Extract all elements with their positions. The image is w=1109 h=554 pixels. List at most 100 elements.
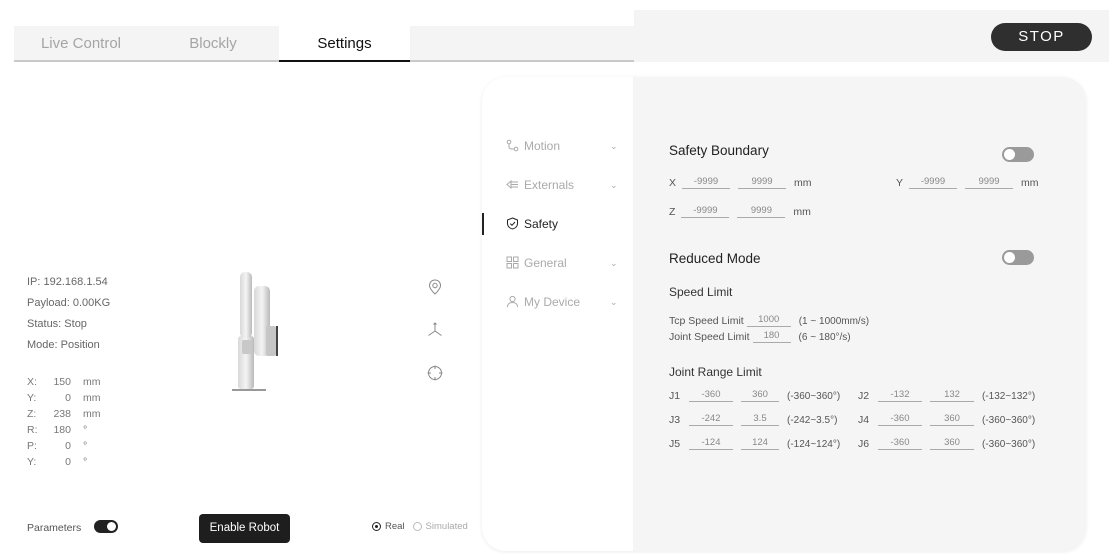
nav-item-safety[interactable]: Safety	[482, 213, 633, 235]
joint-speed-range: (6 ~ 180°/s)	[798, 332, 851, 343]
simulated-radio-label[interactable]: Simulated	[426, 521, 468, 532]
status-panel: IP: 192.168.1.54 Payload: 0.00KG Status:…	[27, 272, 110, 356]
joint-name: J3	[669, 414, 681, 426]
settings-nav: Motion ⌄ Externals ⌄ Safety General ⌄ My…	[482, 77, 633, 551]
stop-button[interactable]: STOP	[991, 23, 1092, 51]
coord-yaw-row: Y: 0 °	[27, 454, 101, 470]
nav-label: Motion	[524, 139, 561, 153]
payload-readout: Payload: 0.00KG	[27, 297, 111, 309]
joint-row-j4: J4 -360 360 (-360~360°)	[858, 412, 1035, 426]
nav-item-my-device[interactable]: My Device ⌄	[482, 291, 633, 313]
y-unit: mm	[1021, 177, 1039, 189]
joint-max-input[interactable]: 360	[930, 436, 974, 450]
x-unit: mm	[794, 177, 812, 189]
coord-value: 0	[65, 392, 71, 404]
joint-speed-row: Joint Speed Limit 180 (6 ~ 180°/s)	[669, 329, 851, 343]
joint-row-j2: J2 -132 132 (-132~132°)	[858, 388, 1035, 402]
coord-z-row: Z: 238 mm	[27, 406, 101, 422]
shield-icon	[507, 217, 518, 230]
coord-label: Y:	[27, 392, 37, 404]
tab-settings[interactable]: Settings	[279, 26, 410, 62]
chevron-down-icon: ⌄	[610, 180, 618, 190]
chevron-down-icon: ⌄	[610, 258, 618, 268]
simulated-radio[interactable]	[412, 522, 422, 531]
coord-unit: mm	[83, 408, 101, 420]
z-unit: mm	[793, 206, 811, 218]
coord-value: 0	[65, 456, 71, 468]
nav-label: Safety	[524, 217, 559, 231]
real-radio-label[interactable]: Real	[385, 521, 405, 532]
coord-label: Y:	[27, 456, 37, 468]
joint-row-j1: J1 -360 360 (-360~360°)	[669, 388, 840, 402]
y-max-input[interactable]: 9999	[965, 175, 1014, 189]
coord-y-row: Y: 0 mm	[27, 390, 101, 406]
nav-item-motion[interactable]: Motion ⌄	[482, 135, 633, 157]
joint-speed-label: Joint Speed Limit	[669, 331, 750, 343]
nav-item-general[interactable]: General ⌄	[482, 252, 633, 274]
joint-name: J6	[858, 438, 870, 450]
z-min-input[interactable]: -9999	[681, 204, 730, 218]
coord-r-row: R: 180 °	[27, 422, 101, 438]
x-max-input[interactable]: 9999	[738, 175, 787, 189]
crosshair-icon[interactable]	[426, 364, 444, 382]
joint-min-input[interactable]: -242	[689, 412, 733, 426]
joint-range-hint: (-360~360°)	[982, 415, 1036, 426]
parameters-toggle[interactable]	[94, 520, 118, 533]
coord-label: Z:	[27, 408, 37, 420]
joint-speed-input[interactable]: 180	[752, 329, 791, 343]
tab-blockly[interactable]: Blockly	[148, 26, 278, 62]
view-icons	[426, 278, 446, 407]
axes-icon[interactable]	[426, 321, 444, 339]
coord-value: 0	[65, 440, 71, 452]
z-label: Z	[669, 206, 676, 218]
tcp-speed-input[interactable]: 1000	[746, 313, 791, 327]
reduced-mode-title: Reduced Mode	[669, 251, 761, 266]
joint-max-input[interactable]: 124	[741, 436, 779, 450]
joint-min-input[interactable]: -360	[878, 412, 922, 426]
coord-p-row: P: 0 °	[27, 438, 101, 454]
joint-max-input[interactable]: 3.5	[741, 412, 779, 426]
joint-min-input[interactable]: -360	[878, 436, 922, 450]
y-min-input[interactable]: -9999	[909, 175, 958, 189]
joint-min-input[interactable]: -360	[689, 388, 733, 402]
tab-live-control[interactable]: Live Control	[14, 26, 148, 62]
externals-icon	[506, 179, 518, 190]
coordinates-panel: X: 150 mm Y: 0 mm Z: 238 mm R: 180 ° P: 0 ° Y: 0 °	[27, 374, 101, 470]
joint-min-input[interactable]: -132	[878, 388, 922, 402]
parameters-label: Parameters	[27, 522, 82, 534]
joint-range-hint: (-242~3.5°)	[787, 415, 838, 426]
x-min-input[interactable]: -9999	[682, 175, 731, 189]
safety-boundary-toggle[interactable]	[1002, 147, 1034, 162]
joint-name: J2	[858, 390, 870, 402]
coord-value: 150	[53, 376, 71, 388]
joint-row-j3: J3 -242 3.5 (-242~3.5°)	[669, 412, 837, 426]
joint-range-hint: (-124~124°)	[787, 439, 841, 450]
joint-range-hint: (-360~360°)	[982, 439, 1036, 450]
nav-item-externals[interactable]: Externals ⌄	[482, 174, 633, 196]
joint-max-input[interactable]: 360	[741, 388, 779, 402]
mode-radio-group: Real Simulated	[372, 521, 476, 532]
coord-unit: mm	[83, 376, 101, 388]
location-pin-icon[interactable]	[426, 278, 444, 296]
safety-boundary-title: Safety Boundary	[669, 143, 769, 158]
joint-row-j6: J6 -360 360 (-360~360°)	[858, 436, 1035, 450]
reduced-mode-toggle[interactable]	[1002, 250, 1034, 265]
joint-min-input[interactable]: -124	[689, 436, 733, 450]
speed-limit-title: Speed Limit	[669, 285, 733, 299]
coord-unit: °	[83, 456, 88, 468]
joint-max-input[interactable]: 132	[930, 388, 974, 402]
status-readout: Status: Stop	[27, 318, 87, 330]
x-label: X	[669, 177, 677, 189]
joint-max-input[interactable]: 360	[930, 412, 974, 426]
enable-robot-button[interactable]: Enable Robot	[199, 514, 290, 543]
tcp-speed-label: Tcp Speed Limit	[669, 315, 744, 327]
y-label: Y	[896, 177, 904, 189]
z-max-input[interactable]: 9999	[737, 204, 786, 218]
tcp-speed-row: Tcp Speed Limit 1000 (1 ~ 1000mm/s)	[669, 313, 869, 327]
tcp-speed-range: (1 ~ 1000mm/s)	[798, 316, 870, 327]
coord-value: 180	[53, 424, 71, 436]
real-radio[interactable]	[372, 522, 381, 531]
joint-name: J5	[669, 438, 681, 450]
coord-x-row: X: 150 mm	[27, 374, 101, 390]
mode-readout: Mode: Position	[27, 339, 100, 351]
